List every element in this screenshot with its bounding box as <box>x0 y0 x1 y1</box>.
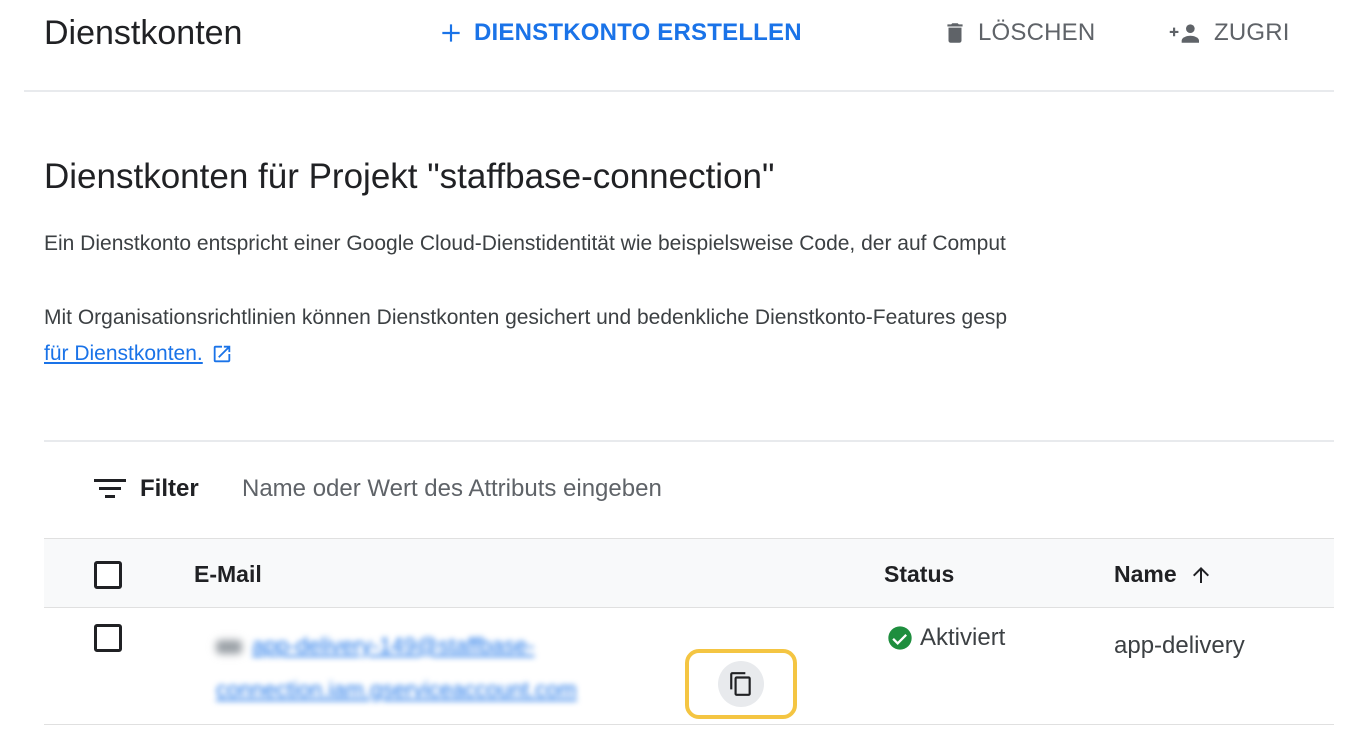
external-link-icon <box>211 343 233 365</box>
org-policy-text: Mit Organisationsrichtlinien können Dien… <box>44 306 1008 329</box>
section-title: Dienstkonten für Projekt "staffbase-conn… <box>44 157 775 196</box>
filter-input[interactable] <box>242 472 1142 506</box>
column-header-email[interactable]: E-Mail <box>194 561 262 588</box>
email-link-continued[interactable]: connection.iam.gserviceaccount.com <box>216 668 736 712</box>
column-header-status[interactable]: Status <box>884 561 954 588</box>
add-person-icon <box>1168 20 1204 46</box>
check-circle-icon <box>886 624 914 652</box>
service-accounts-docs-link[interactable]: für Dienstkonten. <box>44 342 233 366</box>
email-line-1: app-delivery-149@staffbase- <box>252 633 535 658</box>
name-cell: app-delivery <box>1114 632 1245 659</box>
email-link[interactable]: app-delivery-149@staffbase- <box>216 624 736 668</box>
plus-icon <box>438 20 464 46</box>
column-header-name-label: Name <box>1114 561 1177 587</box>
email-cell: app-delivery-149@staffbase- connection.i… <box>216 624 736 712</box>
delete-button[interactable]: LÖSCHEN <box>942 16 1095 50</box>
filter-bar: Filter <box>44 442 1334 538</box>
copy-icon <box>730 672 751 696</box>
status-text: Aktiviert <box>920 624 1006 651</box>
column-header-name[interactable]: Name <box>1114 561 1213 588</box>
description-text: Ein Dienstkonto entspricht einer Google … <box>44 232 1006 255</box>
create-service-account-label: DIENSTKONTO ERSTELLEN <box>474 19 802 46</box>
select-all-checkbox[interactable] <box>94 561 122 589</box>
toolbar-divider <box>24 90 1334 92</box>
docs-link-label: für Dienstkonten. <box>44 342 203 365</box>
service-account-icon <box>216 640 242 655</box>
table-header: E-Mail Status Name <box>44 538 1334 608</box>
filter-label: Filter <box>140 475 199 502</box>
table-row: app-delivery-149@staffbase- connection.i… <box>44 606 1334 725</box>
copy-email-button[interactable] <box>685 649 797 719</box>
sort-ascending-icon[interactable] <box>1189 562 1213 588</box>
delete-label: LÖSCHEN <box>978 19 1096 46</box>
page-title: Dienstkonten <box>44 14 243 52</box>
manage-access-button[interactable]: ZUGRI <box>1168 16 1290 50</box>
trash-icon <box>942 19 968 47</box>
row-checkbox[interactable] <box>94 624 122 652</box>
status-cell: Aktiviert <box>886 624 1005 652</box>
toolbar: Dienstkonten DIENSTKONTO ERSTELLEN LÖSCH… <box>0 0 1346 92</box>
filter-icon[interactable] <box>94 476 126 507</box>
create-service-account-button[interactable]: DIENSTKONTO ERSTELLEN <box>438 16 802 50</box>
manage-access-label: ZUGRI <box>1214 19 1290 46</box>
copy-icon-wrapper <box>718 661 764 707</box>
